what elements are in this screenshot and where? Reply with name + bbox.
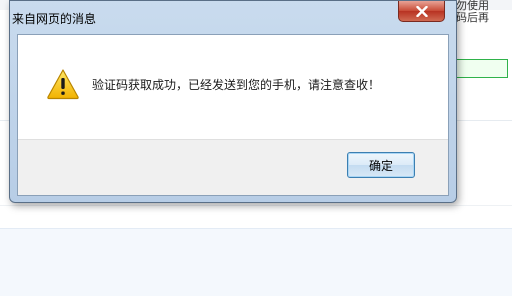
background-panel (0, 228, 512, 296)
dialog-titlebar[interactable]: 来自网页的消息 (10, 1, 456, 34)
dialog-message: 验证码获取成功，已经发送到您的手机，请注意查收！ (92, 78, 381, 92)
close-button[interactable] (398, 1, 445, 22)
ok-button[interactable]: 确定 (347, 152, 415, 178)
background-rule (0, 205, 512, 206)
button-area: 确定 (18, 139, 448, 195)
dialog-title: 来自网页的消息 (12, 12, 97, 26)
background-verification-input[interactable] (456, 59, 508, 78)
background-side-text: 勿使用 码后再 (456, 0, 512, 24)
background-side-text-line2: 码后再 (456, 11, 489, 24)
alert-dialog: 来自网页的消息 验证码获取成功，已经发送到您的手机，请注意查收！ 确定 (9, 0, 457, 203)
warning-triangle-icon (47, 69, 79, 100)
dialog-content: 验证码获取成功，已经发送到您的手机，请注意查收！ 确定 (17, 34, 449, 196)
close-x-icon (415, 5, 428, 17)
message-area: 验证码获取成功，已经发送到您的手机，请注意查收！ (18, 35, 448, 139)
